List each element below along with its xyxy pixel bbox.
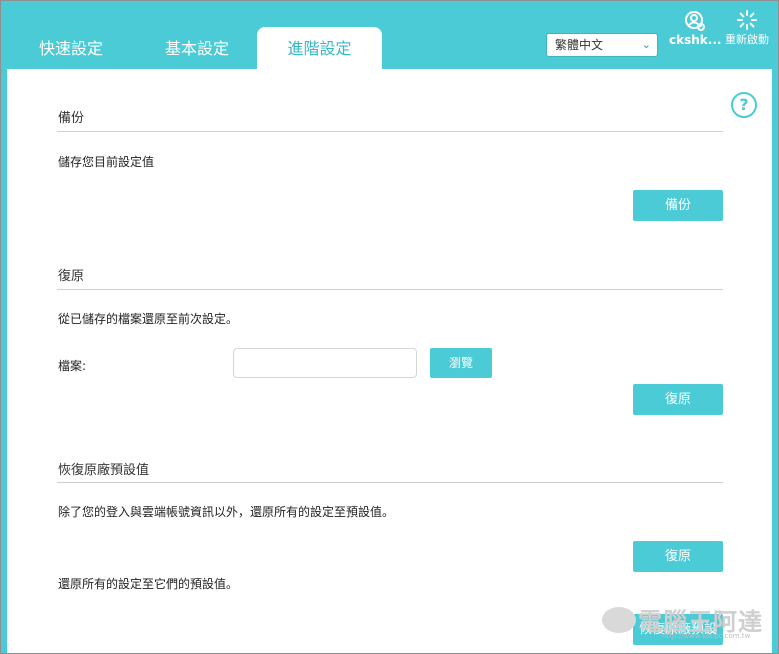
file-path-input[interactable] [233, 348, 417, 378]
account-button[interactable]: ckshk... [669, 7, 721, 47]
top-navigation-bar: 快速設定 基本設定 進階設定 繁體中文 ⌄ ckshk... 重新啟動 [1, 1, 778, 69]
main-content: ? 備份 儲存您目前設定值 備份 復原 從已儲存的檔案還原至前次設定。 檔案: … [7, 69, 772, 653]
backup-section-title: 備份 [58, 111, 85, 126]
factory-restore-button[interactable]: 復原 [633, 541, 723, 572]
backup-description: 儲存您目前設定值 [58, 155, 155, 169]
reboot-button[interactable]: 重新啟動 [725, 9, 769, 47]
account-name: ckshk... [669, 33, 722, 47]
chevron-down-icon: ⌄ [641, 38, 651, 51]
divider [57, 131, 723, 132]
help-icon[interactable]: ? [731, 92, 757, 118]
factory-reset-description-secondary: 還原所有的設定至它們的預設值。 [58, 577, 239, 591]
factory-reset-description: 除了您的登入與雲端帳號資訊以外，還原所有的設定至預設值。 [58, 505, 395, 519]
restore-button[interactable]: 復原 [633, 384, 723, 415]
language-select-value: 繁體中文 [555, 38, 604, 52]
divider [57, 482, 723, 483]
watermark-logo-icon [602, 607, 636, 633]
router-admin-window: 快速設定 基本設定 進階設定 繁體中文 ⌄ ckshk... 重新啟動 ? 備份… [0, 0, 779, 654]
reboot-icon [737, 10, 757, 30]
tab-quick-setup[interactable]: 快速設定 [7, 27, 135, 69]
reboot-label: 重新啟動 [725, 33, 769, 46]
factory-reset-section-title: 恢復原廠預設值 [58, 463, 150, 478]
divider [57, 289, 723, 290]
tab-advanced-settings[interactable]: 進階設定 [257, 27, 382, 69]
browse-button[interactable]: 瀏覽 [430, 348, 492, 378]
backup-button[interactable]: 備份 [633, 190, 723, 221]
restore-section-title: 復原 [58, 269, 85, 284]
watermark: 電腦王阿達 http://www.kocpc.com.tw [602, 595, 774, 643]
watermark-url: http://www.kocpc.com.tw [662, 632, 751, 640]
restore-description: 從已儲存的檔案還原至前次設定。 [58, 312, 239, 326]
file-label: 檔案: [58, 359, 87, 373]
tab-basic-settings[interactable]: 基本設定 [133, 27, 261, 69]
language-select[interactable]: 繁體中文 ⌄ [546, 33, 658, 57]
cloud-account-icon [685, 11, 705, 31]
